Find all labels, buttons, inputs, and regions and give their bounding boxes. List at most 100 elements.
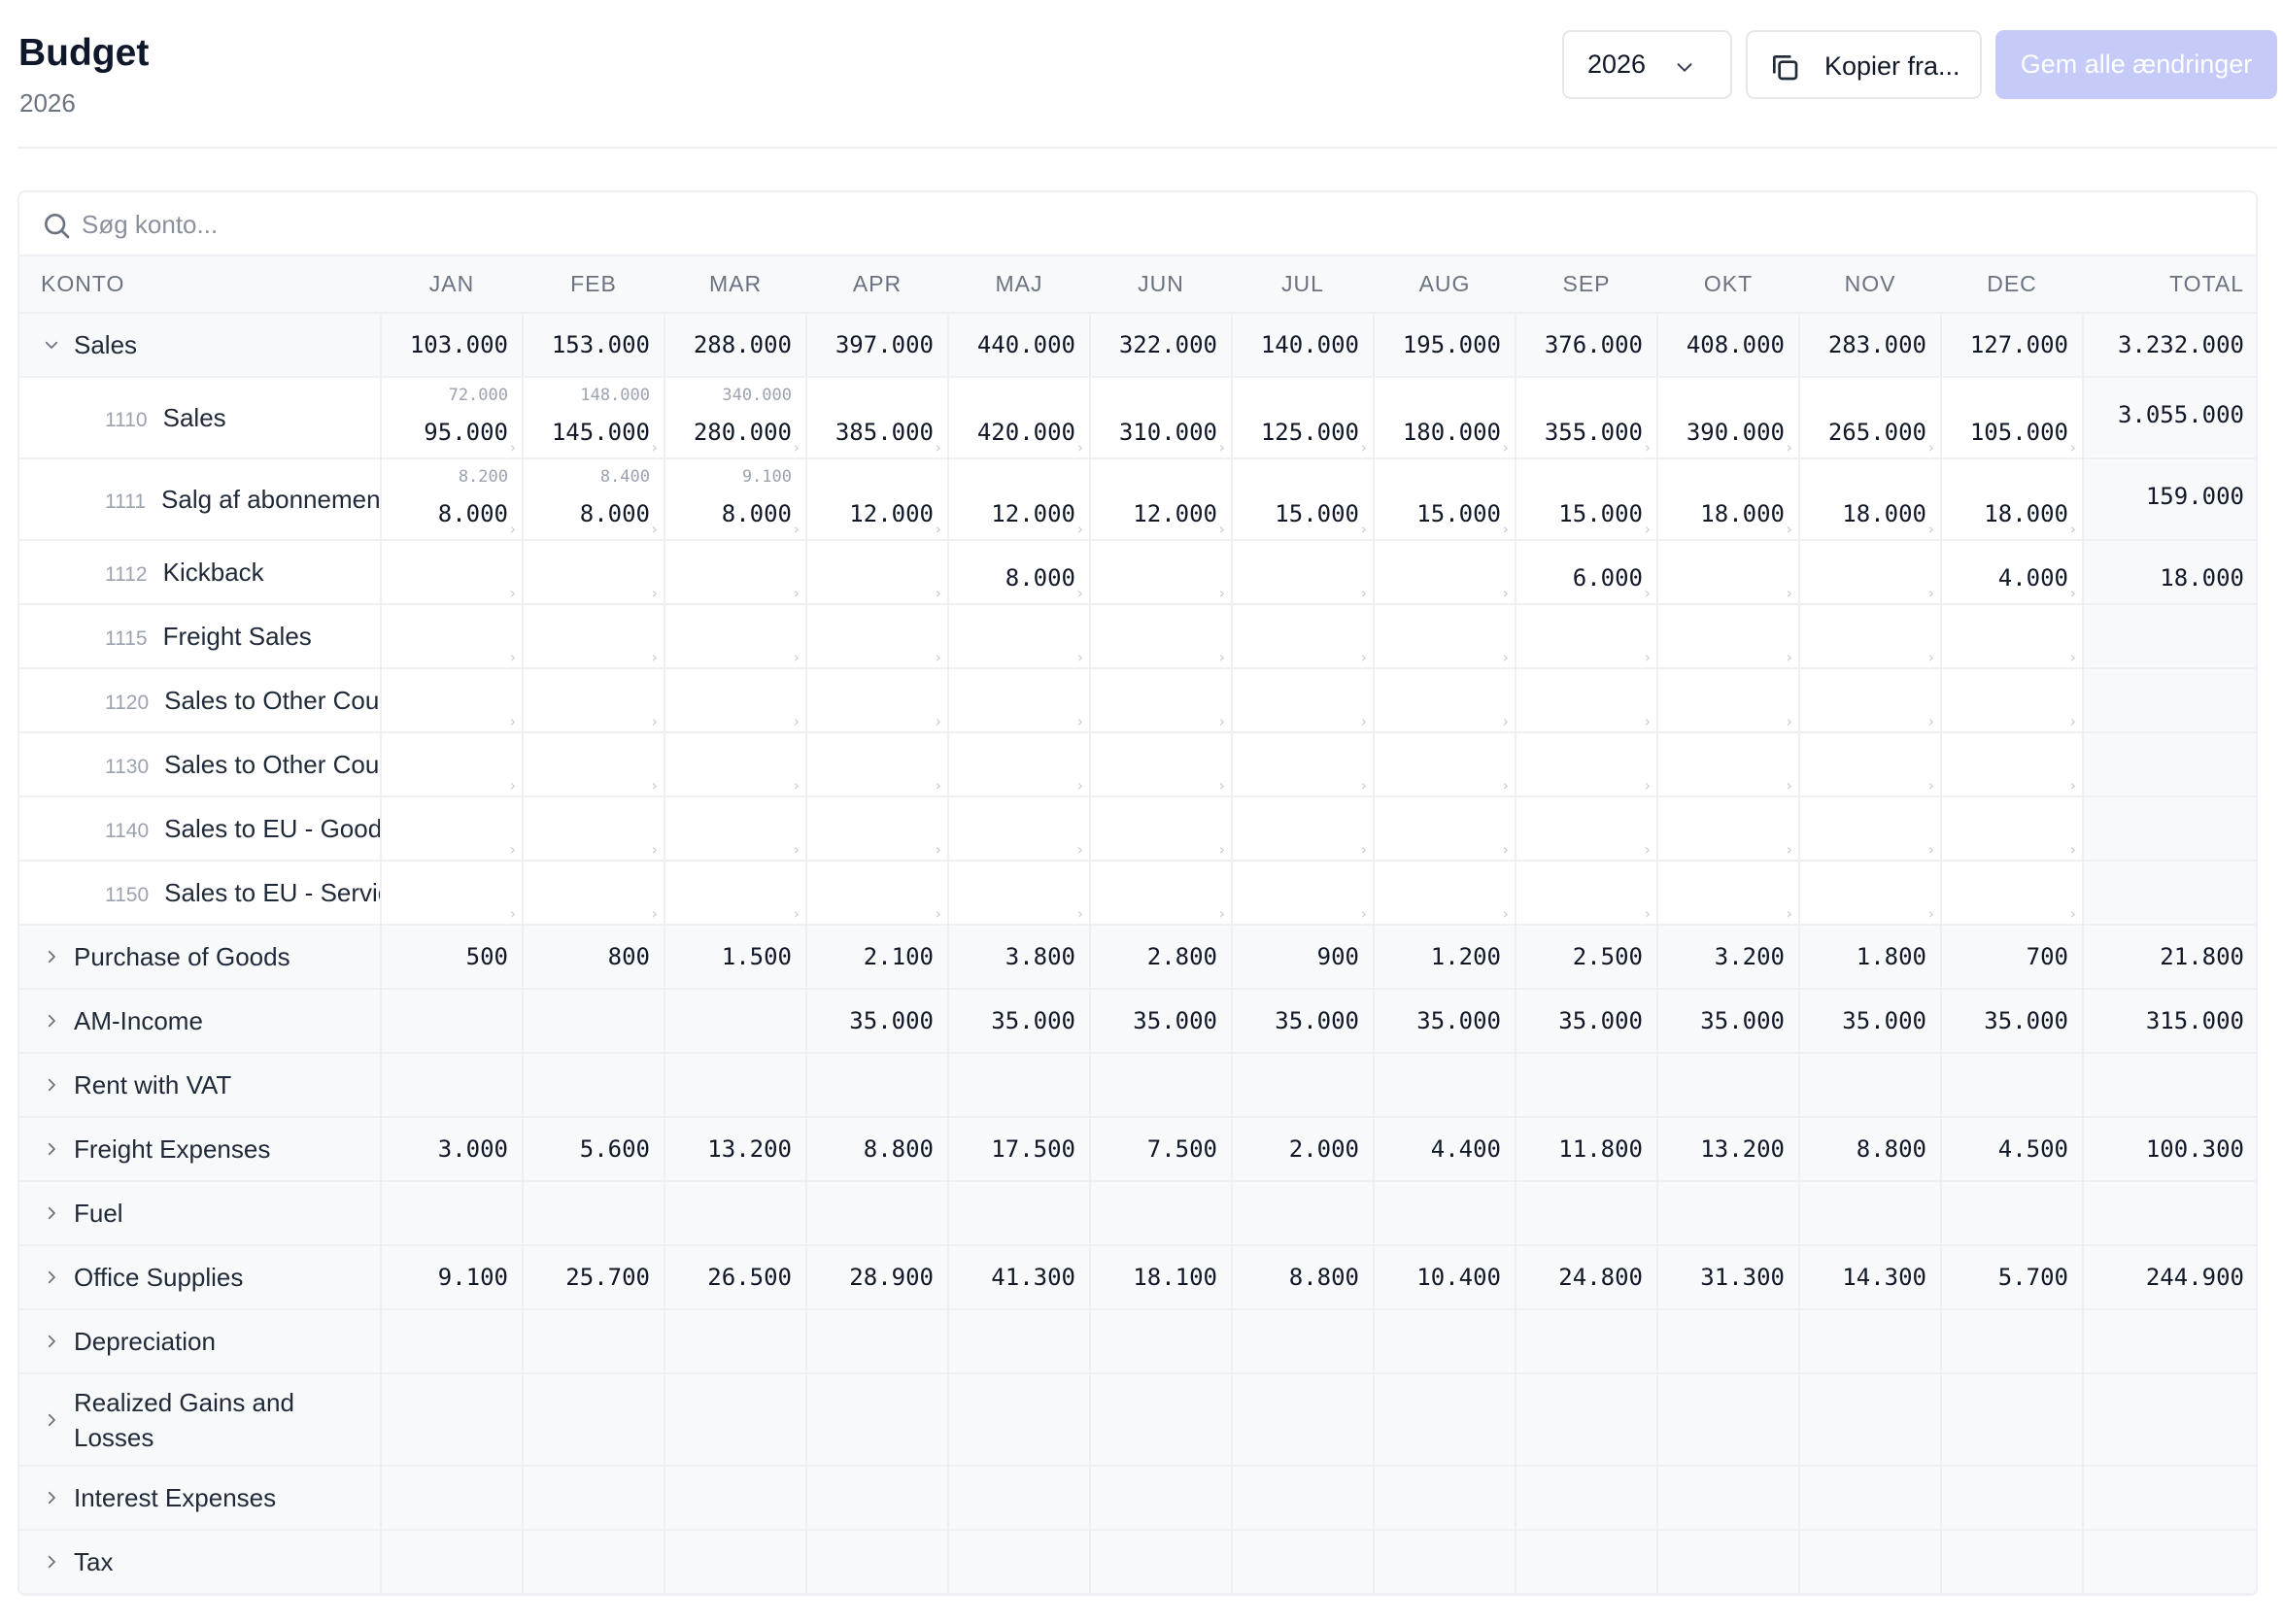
budget-input-cell[interactable]: › bbox=[806, 861, 949, 926]
budget-input-cell[interactable]: › bbox=[1374, 604, 1516, 669]
budget-input-cell[interactable]: 6.000 › bbox=[1516, 540, 1658, 605]
budget-input-cell[interactable]: 310.000 › bbox=[1090, 377, 1233, 459]
group-name-cell[interactable]: Interest Expenses bbox=[19, 1466, 382, 1531]
budget-input-cell[interactable]: › bbox=[1374, 796, 1516, 862]
budget-input-cell[interactable]: › bbox=[523, 604, 665, 669]
cell-expand-icon[interactable]: › bbox=[1219, 586, 1225, 601]
budget-input-cell[interactable]: › bbox=[523, 668, 665, 733]
cell-expand-icon[interactable]: › bbox=[794, 440, 800, 456]
cell-expand-icon[interactable]: › bbox=[1503, 586, 1509, 601]
cell-expand-icon[interactable]: › bbox=[794, 714, 800, 729]
cell-expand-icon[interactable]: › bbox=[1645, 778, 1651, 794]
budget-input-cell[interactable]: › bbox=[806, 796, 949, 862]
chevron-right-icon[interactable] bbox=[43, 1553, 60, 1571]
budget-input-cell[interactable]: › bbox=[1941, 668, 2084, 733]
account-group-row[interactable]: Office Supplies 9.100 25.700 26.500 28.900 41… bbox=[19, 1245, 2256, 1310]
budget-input-cell[interactable]: › bbox=[523, 861, 665, 926]
cell-expand-icon[interactable]: › bbox=[2070, 650, 2076, 665]
cell-expand-icon[interactable]: › bbox=[652, 714, 658, 729]
budget-input-cell[interactable]: › bbox=[948, 732, 1091, 797]
cell-expand-icon[interactable]: › bbox=[936, 522, 941, 537]
cell-expand-icon[interactable]: › bbox=[2070, 906, 2076, 922]
budget-input-cell[interactable]: › bbox=[806, 540, 949, 605]
cell-expand-icon[interactable]: › bbox=[1645, 650, 1651, 665]
cell-expand-icon[interactable]: › bbox=[1219, 906, 1225, 922]
chevron-right-icon[interactable] bbox=[43, 1204, 60, 1222]
cell-expand-icon[interactable]: › bbox=[936, 906, 941, 922]
budget-input-cell[interactable]: › bbox=[1799, 668, 1942, 733]
cell-expand-icon[interactable]: › bbox=[1645, 714, 1651, 729]
cell-expand-icon[interactable]: › bbox=[936, 440, 941, 456]
cell-expand-icon[interactable]: › bbox=[1645, 522, 1651, 537]
cell-expand-icon[interactable]: › bbox=[510, 906, 516, 922]
cell-expand-icon[interactable]: › bbox=[936, 842, 941, 858]
budget-input-cell[interactable]: › bbox=[1374, 861, 1516, 926]
budget-input-cell[interactable]: › bbox=[1657, 732, 1800, 797]
cell-expand-icon[interactable]: › bbox=[794, 586, 800, 601]
cell-expand-icon[interactable]: › bbox=[1361, 906, 1367, 922]
budget-input-cell[interactable]: › bbox=[664, 796, 807, 862]
cell-expand-icon[interactable]: › bbox=[652, 842, 658, 858]
budget-input-cell[interactable]: 8.400 8.000 › bbox=[523, 458, 665, 541]
budget-input-cell[interactable]: › bbox=[1941, 861, 2084, 926]
cell-expand-icon[interactable]: › bbox=[652, 650, 658, 665]
cell-expand-icon[interactable]: › bbox=[1787, 714, 1792, 729]
group-name-cell[interactable]: Sales bbox=[19, 313, 382, 378]
budget-input-cell[interactable]: › bbox=[1516, 604, 1658, 669]
cell-expand-icon[interactable]: › bbox=[2070, 440, 2076, 456]
group-name-cell[interactable]: Freight Expenses bbox=[19, 1117, 382, 1182]
cell-expand-icon[interactable]: › bbox=[936, 650, 941, 665]
cell-expand-icon[interactable]: › bbox=[1928, 586, 1934, 601]
chevron-right-icon[interactable] bbox=[43, 1411, 60, 1429]
cell-expand-icon[interactable]: › bbox=[1928, 778, 1934, 794]
budget-input-cell[interactable]: › bbox=[1657, 540, 1800, 605]
budget-input-cell[interactable]: › bbox=[1232, 604, 1375, 669]
cell-expand-icon[interactable]: › bbox=[1787, 586, 1792, 601]
cell-expand-icon[interactable]: › bbox=[510, 650, 516, 665]
budget-input-cell[interactable]: 105.000 › bbox=[1941, 377, 2084, 459]
cell-expand-icon[interactable]: › bbox=[1077, 522, 1083, 537]
group-name-cell[interactable]: Office Supplies bbox=[19, 1245, 382, 1310]
chevron-down-icon[interactable] bbox=[43, 336, 60, 354]
budget-input-cell[interactable]: › bbox=[1090, 732, 1233, 797]
budget-input-cell[interactable]: 390.000 › bbox=[1657, 377, 1800, 459]
cell-expand-icon[interactable]: › bbox=[2070, 714, 2076, 729]
budget-input-cell[interactable]: › bbox=[1799, 732, 1942, 797]
budget-input-cell[interactable]: 18.000 › bbox=[1799, 458, 1942, 541]
cell-expand-icon[interactable]: › bbox=[1503, 714, 1509, 729]
budget-input-cell[interactable]: › bbox=[523, 540, 665, 605]
account-group-row[interactable]: Purchase of Goods 500 800 1.500 2.100 3.800 2.… bbox=[19, 925, 2256, 990]
budget-input-cell[interactable]: 15.000 › bbox=[1232, 458, 1375, 541]
account-group-row[interactable]: Interest Expenses bbox=[19, 1466, 2256, 1531]
cell-expand-icon[interactable]: › bbox=[1928, 522, 1934, 537]
cell-expand-icon[interactable]: › bbox=[2070, 778, 2076, 794]
budget-input-cell[interactable]: 12.000 › bbox=[948, 458, 1091, 541]
budget-input-cell[interactable]: 385.000 › bbox=[806, 377, 949, 459]
budget-input-cell[interactable]: › bbox=[1799, 861, 1942, 926]
account-group-row[interactable]: Rent with VAT bbox=[19, 1053, 2256, 1118]
budget-input-cell[interactable]: › bbox=[1090, 861, 1233, 926]
cell-expand-icon[interactable]: › bbox=[1503, 778, 1509, 794]
budget-input-cell[interactable]: › bbox=[1090, 796, 1233, 862]
cell-expand-icon[interactable]: › bbox=[652, 522, 658, 537]
cell-expand-icon[interactable]: › bbox=[1361, 650, 1367, 665]
chevron-right-icon[interactable] bbox=[43, 1269, 60, 1286]
cell-expand-icon[interactable]: › bbox=[1077, 842, 1083, 858]
chevron-right-icon[interactable] bbox=[43, 1489, 60, 1506]
cell-expand-icon[interactable]: › bbox=[2070, 586, 2076, 601]
save-all-button[interactable]: Gem alle ændringer bbox=[1995, 30, 2277, 99]
budget-input-cell[interactable]: › bbox=[664, 861, 807, 926]
cell-expand-icon[interactable]: › bbox=[1219, 714, 1225, 729]
budget-input-cell[interactable]: › bbox=[1374, 668, 1516, 733]
cell-expand-icon[interactable]: › bbox=[1787, 440, 1792, 456]
budget-input-cell[interactable]: 340.000 280.000 › bbox=[664, 377, 807, 459]
budget-input-cell[interactable]: › bbox=[1516, 861, 1658, 926]
cell-expand-icon[interactable]: › bbox=[510, 586, 516, 601]
cell-expand-icon[interactable]: › bbox=[510, 842, 516, 858]
account-group-row[interactable]: Fuel bbox=[19, 1181, 2256, 1246]
budget-input-cell[interactable]: › bbox=[381, 732, 524, 797]
chevron-right-icon[interactable] bbox=[43, 948, 60, 965]
cell-expand-icon[interactable]: › bbox=[1361, 842, 1367, 858]
budget-input-cell[interactable]: › bbox=[806, 732, 949, 797]
budget-input-cell[interactable]: › bbox=[523, 796, 665, 862]
